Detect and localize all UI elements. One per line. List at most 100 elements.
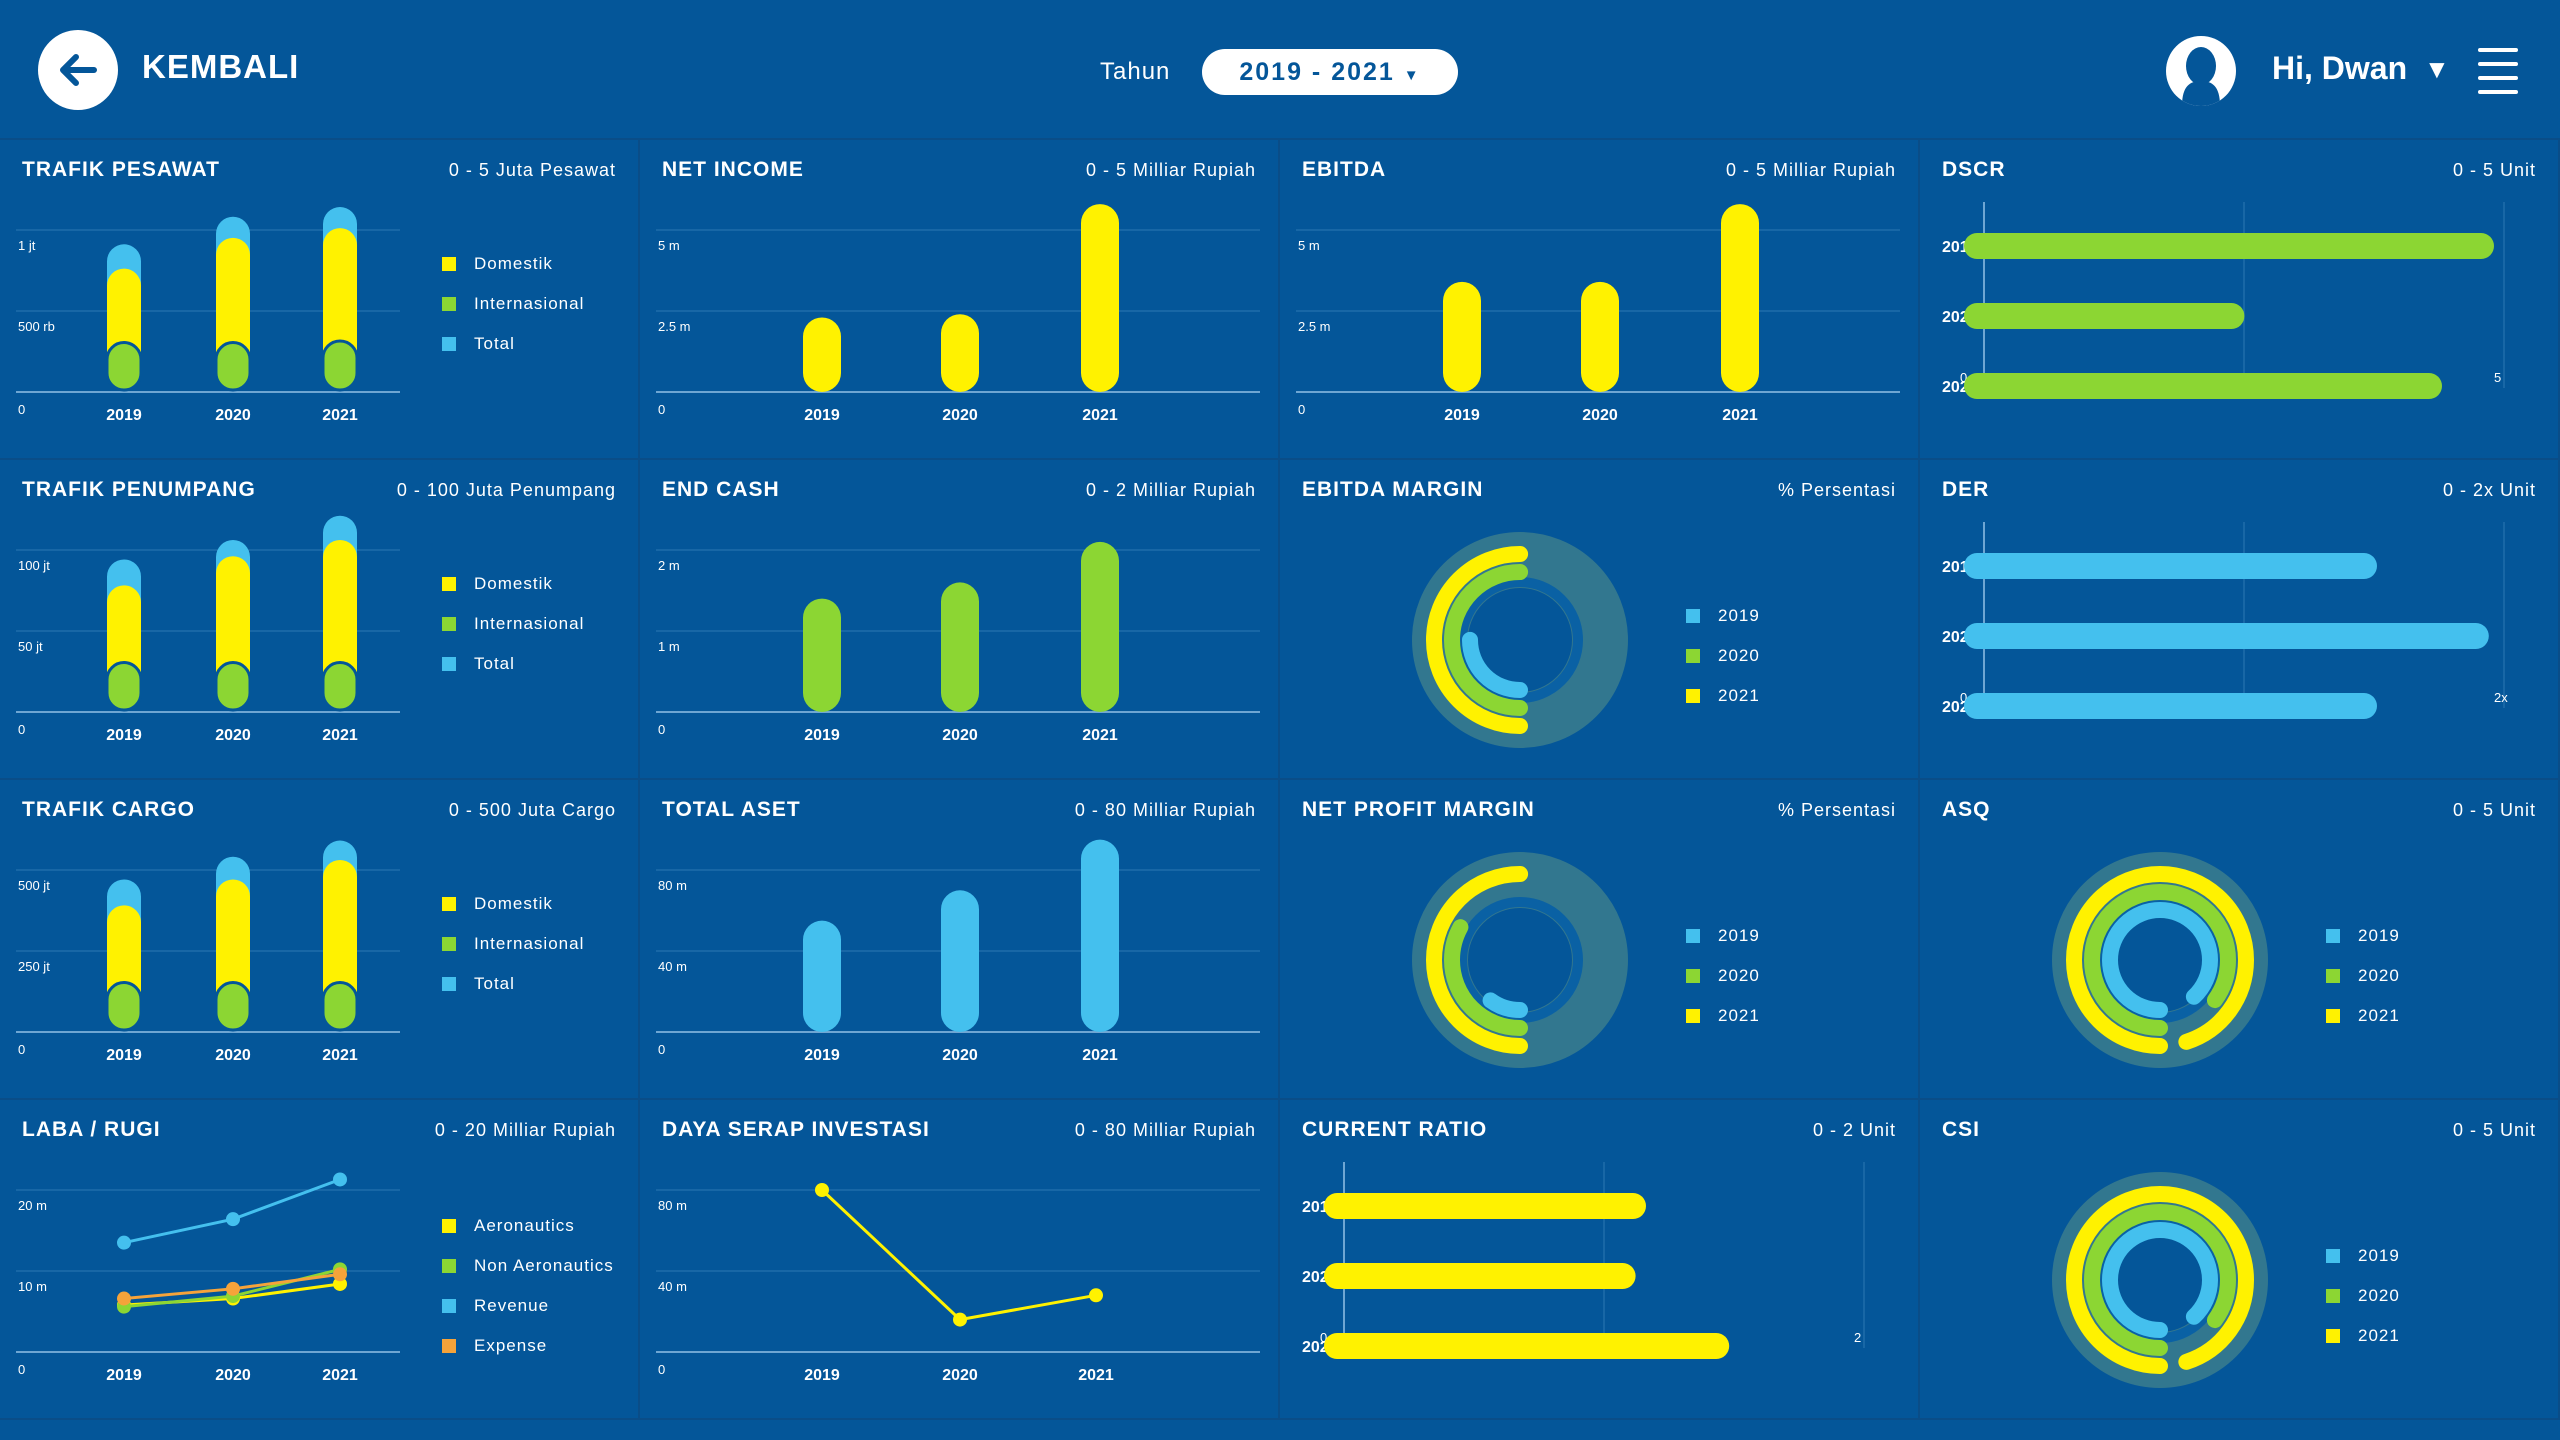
- y-tick-label: 5 m: [658, 238, 680, 253]
- y-tick-label: 0: [18, 402, 25, 417]
- bar-internasional[interactable]: [105, 661, 143, 712]
- x-tick-label: 2x: [2494, 690, 2508, 705]
- legend-item: Domestik: [442, 884, 584, 924]
- bar-internasional[interactable]: [321, 661, 359, 712]
- chart-legend: Domestik Internasional Total: [442, 244, 584, 364]
- chart-der: 01x2x201920202021: [1942, 522, 2508, 719]
- bar[interactable]: [1324, 1263, 1636, 1289]
- bar[interactable]: [941, 890, 979, 1032]
- data-point[interactable]: [117, 1291, 131, 1306]
- panel-trafik-cargo: TRAFIK CARGO 0 - 500 Juta Cargo 0 250 jt 500…: [0, 780, 640, 1100]
- bar[interactable]: [1324, 1333, 1730, 1359]
- data-point[interactable]: [333, 1172, 347, 1187]
- legend-swatch: [2326, 969, 2340, 983]
- x-tick-label: 2021: [322, 727, 358, 744]
- legend-label: 2019: [1718, 926, 1760, 945]
- legend-label: 2020: [2358, 1286, 2400, 1305]
- y-tick-label: 20 m: [18, 1198, 47, 1213]
- bar[interactable]: [1721, 204, 1759, 392]
- legend-swatch: [442, 577, 456, 591]
- legend-item: Internasional: [442, 924, 584, 964]
- legend-item: 2020: [2326, 1276, 2400, 1316]
- y-tick-label: 0: [18, 1042, 25, 1057]
- back-label[interactable]: KEMBALI: [142, 48, 299, 86]
- panel-net-income: NET INCOME 0 - 5 Milliar Rupiah 0 2.5 m5 m2…: [640, 140, 1280, 460]
- x-tick-label: 2020: [942, 407, 978, 424]
- x-tick-label: 2020: [215, 1367, 251, 1384]
- bar[interactable]: [1581, 281, 1619, 392]
- bar-internasional[interactable]: [214, 341, 252, 392]
- bar-internasional[interactable]: [321, 981, 359, 1032]
- donut-ring-2019[interactable]: [2102, 902, 2218, 1018]
- x-tick-label: 2020: [942, 727, 978, 744]
- x-tick-label: 2019: [1444, 407, 1480, 424]
- data-point[interactable]: [953, 1312, 967, 1327]
- donut-ring-2019[interactable]: [1462, 582, 1578, 698]
- year-range-select[interactable]: 2019 - 2021 ▼: [1202, 49, 1458, 95]
- bar[interactable]: [1964, 373, 2442, 399]
- data-point[interactable]: [226, 1212, 240, 1227]
- bar[interactable]: [803, 920, 841, 1032]
- x-tick-label: 2021: [322, 1367, 358, 1384]
- panel-ebitda-margin: EBITDA MARGIN% Persentasi 2019 2020 2021: [1280, 460, 1920, 780]
- bar[interactable]: [1081, 839, 1119, 1032]
- user-greeting[interactable]: Hi, Dwan: [2272, 50, 2407, 87]
- y-tick-label: 1 jt: [18, 238, 36, 253]
- x-tick-label: 2019: [106, 1047, 142, 1064]
- donut-ring-2019[interactable]: [1462, 902, 1578, 1018]
- bar[interactable]: [1964, 233, 2494, 259]
- x-tick-label: 2019: [106, 407, 142, 424]
- bar-internasional[interactable]: [105, 341, 143, 392]
- y-tick-label: 1 m: [658, 639, 680, 654]
- y-tick-label: 2.5 m: [658, 319, 691, 334]
- chart-csi: [2052, 1172, 2268, 1388]
- legend-swatch: [2326, 929, 2340, 943]
- bar[interactable]: [941, 582, 979, 712]
- legend-swatch: [442, 1339, 456, 1353]
- legend-item: 2019: [2326, 916, 2400, 956]
- bar[interactable]: [1964, 303, 2245, 329]
- legend-label: Total: [474, 334, 515, 353]
- bar-internasional[interactable]: [321, 339, 359, 392]
- legend-item: Internasional: [442, 604, 584, 644]
- bar[interactable]: [1964, 623, 2489, 649]
- hamburger-menu-icon[interactable]: [2478, 48, 2522, 94]
- legend-swatch: [1686, 969, 1700, 983]
- bar[interactable]: [1964, 693, 2377, 719]
- bar-internasional[interactable]: [214, 981, 252, 1032]
- legend-item: Total: [442, 644, 584, 684]
- bar[interactable]: [1324, 1193, 1646, 1219]
- legend-label: 2021: [2358, 1006, 2400, 1025]
- bar[interactable]: [1081, 204, 1119, 392]
- y-tick-label: 100 jt: [18, 558, 50, 573]
- legend-item: 2021: [1686, 996, 1760, 1036]
- panel-trafik-pesawat: TRAFIK PESAWAT 0 - 5 Juta Pesawat 0 500 rb 1…: [0, 140, 640, 460]
- bar[interactable]: [1081, 541, 1119, 712]
- bar[interactable]: [1443, 281, 1481, 392]
- bar[interactable]: [941, 314, 979, 392]
- legend-label: Non Aeronautics: [474, 1256, 614, 1275]
- data-point[interactable]: [226, 1281, 240, 1296]
- bar[interactable]: [803, 317, 841, 392]
- legend-label: 2019: [2358, 1246, 2400, 1265]
- back-button[interactable]: [38, 30, 118, 110]
- chart-legend: Domestik Internasional Total: [442, 884, 584, 1004]
- legend-swatch: [442, 937, 456, 951]
- donut-ring-2019[interactable]: [2102, 1222, 2218, 1338]
- bar[interactable]: [1964, 553, 2377, 579]
- legend-swatch: [1686, 689, 1700, 703]
- legend-swatch: [2326, 1289, 2340, 1303]
- data-point[interactable]: [117, 1235, 131, 1250]
- data-point[interactable]: [1089, 1288, 1103, 1303]
- caret-down-icon: ▼: [1403, 67, 1421, 84]
- data-point[interactable]: [815, 1183, 829, 1197]
- bar-internasional[interactable]: [214, 661, 252, 712]
- legend-item: Domestik: [442, 244, 584, 284]
- y-tick-label: 0: [658, 1042, 665, 1057]
- user-avatar[interactable]: [2166, 36, 2236, 106]
- bar-internasional[interactable]: [105, 981, 143, 1032]
- legend-swatch: [1686, 1009, 1700, 1023]
- caret-down-icon[interactable]: ▼: [2424, 54, 2450, 85]
- bar[interactable]: [803, 598, 841, 712]
- data-point[interactable]: [333, 1267, 347, 1282]
